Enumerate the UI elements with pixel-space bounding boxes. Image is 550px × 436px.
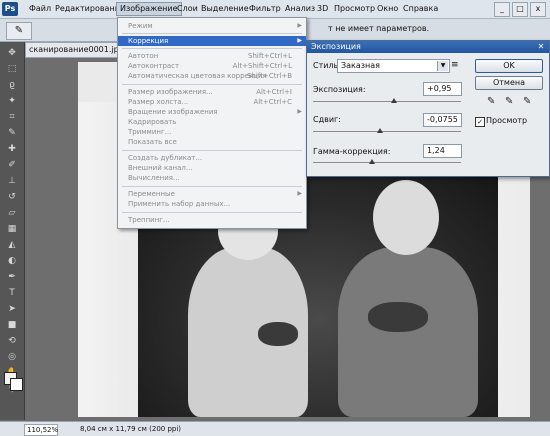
- photo-child-right-head: [373, 180, 439, 255]
- healing-brush-tool-icon[interactable]: ✚: [4, 142, 20, 156]
- gray-point-eyedropper-icon[interactable]: ✎: [505, 96, 513, 107]
- exposure-slider-knob[interactable]: [391, 98, 398, 103]
- exposure-slider[interactable]: [313, 101, 461, 102]
- offset-slider[interactable]: [313, 131, 461, 132]
- menu-item-apply-image[interactable]: Внешний канал...: [118, 163, 306, 173]
- offset-label: Сдвиг:: [313, 115, 341, 124]
- offset-field[interactable]: -0,0755: [423, 113, 462, 127]
- gradient-tool-icon[interactable]: ▦: [4, 222, 20, 236]
- 3d-rotate-tool-icon[interactable]: ⟲: [4, 334, 20, 348]
- photo-adult-hand-right: [368, 302, 428, 332]
- crop-tool-icon[interactable]: ⌗: [4, 110, 20, 124]
- gamma-slider[interactable]: [313, 162, 461, 163]
- marquee-tool-icon[interactable]: ⬚: [4, 62, 20, 76]
- menu-view[interactable]: Просмотр: [331, 2, 378, 16]
- close-button[interactable]: x: [530, 2, 546, 17]
- lasso-tool-icon[interactable]: ϱ: [4, 78, 20, 92]
- menu-select[interactable]: Выделение: [198, 2, 252, 16]
- menu-item-auto-contrast[interactable]: Автоконтраст Alt+Shift+Ctrl+L: [118, 61, 306, 71]
- path-select-tool-icon[interactable]: ➤: [4, 302, 20, 316]
- status-bar: 110,52% 8,04 см x 11,79 см (200 ppi): [0, 421, 550, 436]
- black-point-eyedropper-icon[interactable]: ✎: [487, 96, 495, 107]
- menu-item-auto-tone[interactable]: Автотон Shift+Ctrl+L: [118, 51, 306, 61]
- menu-item-image-rotation[interactable]: Вращение изображения ▶: [118, 107, 306, 117]
- history-brush-tool-icon[interactable]: ↺: [4, 190, 20, 204]
- eyedropper-preset-icon[interactable]: ✎: [6, 22, 32, 40]
- type-tool-icon[interactable]: T: [4, 286, 20, 300]
- menu-item-variables[interactable]: Переменные ▶: [118, 189, 306, 199]
- dialog-title-bar[interactable]: Экспозиция ✕: [307, 41, 549, 53]
- pen-tool-icon[interactable]: ✒: [4, 270, 20, 284]
- menu-analysis[interactable]: Анализ: [282, 2, 318, 16]
- menu-item-trim[interactable]: Тримминг...: [118, 127, 306, 137]
- ok-button[interactable]: OK: [475, 59, 543, 73]
- gamma-label: Гамма-коррекция:: [313, 147, 391, 156]
- menu-image[interactable]: Изображение: [116, 2, 182, 16]
- white-point-eyedropper-icon[interactable]: ✎: [523, 96, 531, 107]
- style-select[interactable]: Заказная ▼: [337, 59, 450, 73]
- gamma-field[interactable]: 1,24: [423, 144, 462, 158]
- photo-child-right: [338, 247, 478, 417]
- offset-slider-knob[interactable]: [376, 128, 383, 133]
- quick-select-tool-icon[interactable]: ✦: [4, 94, 20, 108]
- menu-item-canvas-size[interactable]: Размер холста... Alt+Ctrl+C: [118, 97, 306, 107]
- chevron-down-icon[interactable]: ▼: [437, 61, 448, 71]
- 3d-orbit-tool-icon[interactable]: ◎: [4, 350, 20, 364]
- cancel-button[interactable]: Отмена: [475, 76, 543, 90]
- document-size-info: 8,04 см x 11,79 см (200 ppi): [80, 425, 182, 433]
- menu-item-mode[interactable]: Режим ▶: [118, 21, 306, 31]
- tools-panel: ✥ ⬚ ϱ ✦ ⌗ ✎ ✚ ✐ ⊥ ↺ ▱ ▦ ◭ ◐ ✒ T ➤ ■ ⟲ ◎ …: [0, 42, 25, 420]
- menu-window[interactable]: Окно: [374, 2, 401, 16]
- dialog-close-icon[interactable]: ✕: [536, 42, 546, 52]
- menu-item-duplicate[interactable]: Создать дубликат...: [118, 153, 306, 163]
- eyedropper-tool-icon[interactable]: ✎: [4, 126, 20, 140]
- menu-3d[interactable]: 3D: [314, 2, 331, 16]
- eraser-tool-icon[interactable]: ▱: [4, 206, 20, 220]
- dialog-title: Экспозиция: [311, 42, 361, 51]
- menu-item-adjustments[interactable]: Коррекция ▶: [118, 36, 306, 46]
- menu-filter[interactable]: Фильтр: [246, 2, 284, 16]
- menu-item-calculations[interactable]: Вычисления...: [118, 173, 306, 183]
- move-tool-icon[interactable]: ✥: [4, 46, 20, 60]
- options-bar-text: т не имеет параметров.: [328, 24, 430, 33]
- exposure-label: Экспозиция:: [313, 85, 366, 94]
- menu-item-auto-color[interactable]: Автоматическая цветовая коррекция Shift+C…: [118, 71, 306, 81]
- menu-item-crop[interactable]: Кадрировать: [118, 117, 306, 127]
- photo-adult-hand-left: [258, 322, 298, 346]
- shape-tool-icon[interactable]: ■: [4, 318, 20, 332]
- exposure-dialog: Экспозиция ✕ Стиль: Заказная ▼ ≡ Экспози…: [306, 40, 550, 177]
- minimize-button[interactable]: _: [494, 2, 510, 17]
- clone-stamp-tool-icon[interactable]: ⊥: [4, 174, 20, 188]
- menu-item-image-size[interactable]: Размер изображения... Alt+Ctrl+I: [118, 87, 306, 97]
- exposure-field[interactable]: +0,95: [423, 82, 462, 96]
- window-controls: _ □ x: [492, 2, 546, 17]
- menu-item-reveal-all[interactable]: Показать все: [118, 137, 306, 147]
- gamma-slider-knob[interactable]: [369, 159, 376, 164]
- menu-file[interactable]: Файл: [26, 2, 54, 16]
- dodge-tool-icon[interactable]: ◐: [4, 254, 20, 268]
- menu-help[interactable]: Справка: [400, 2, 441, 16]
- blur-tool-icon[interactable]: ◭: [4, 238, 20, 252]
- preview-label: Просмотр: [486, 116, 528, 125]
- menu-item-apply-data-set[interactable]: Применить набор данных...: [118, 199, 306, 209]
- maximize-button[interactable]: □: [512, 2, 528, 17]
- preview-checkbox[interactable]: ✓: [475, 117, 485, 127]
- menu-item-trap[interactable]: Треппинг...: [118, 215, 306, 225]
- photoshop-logo: Ps: [2, 2, 18, 16]
- preset-menu-icon[interactable]: ≡: [451, 60, 459, 70]
- image-menu-dropdown: Режим ▶ Коррекция ▶ Автотон Shift+Ctrl+L Ав…: [117, 17, 307, 229]
- zoom-level-field[interactable]: 110,52%: [24, 424, 58, 436]
- background-color-swatch[interactable]: [10, 378, 23, 391]
- menu-layers[interactable]: Слои: [174, 2, 201, 16]
- style-select-value: Заказная: [341, 61, 380, 70]
- brush-tool-icon[interactable]: ✐: [4, 158, 20, 172]
